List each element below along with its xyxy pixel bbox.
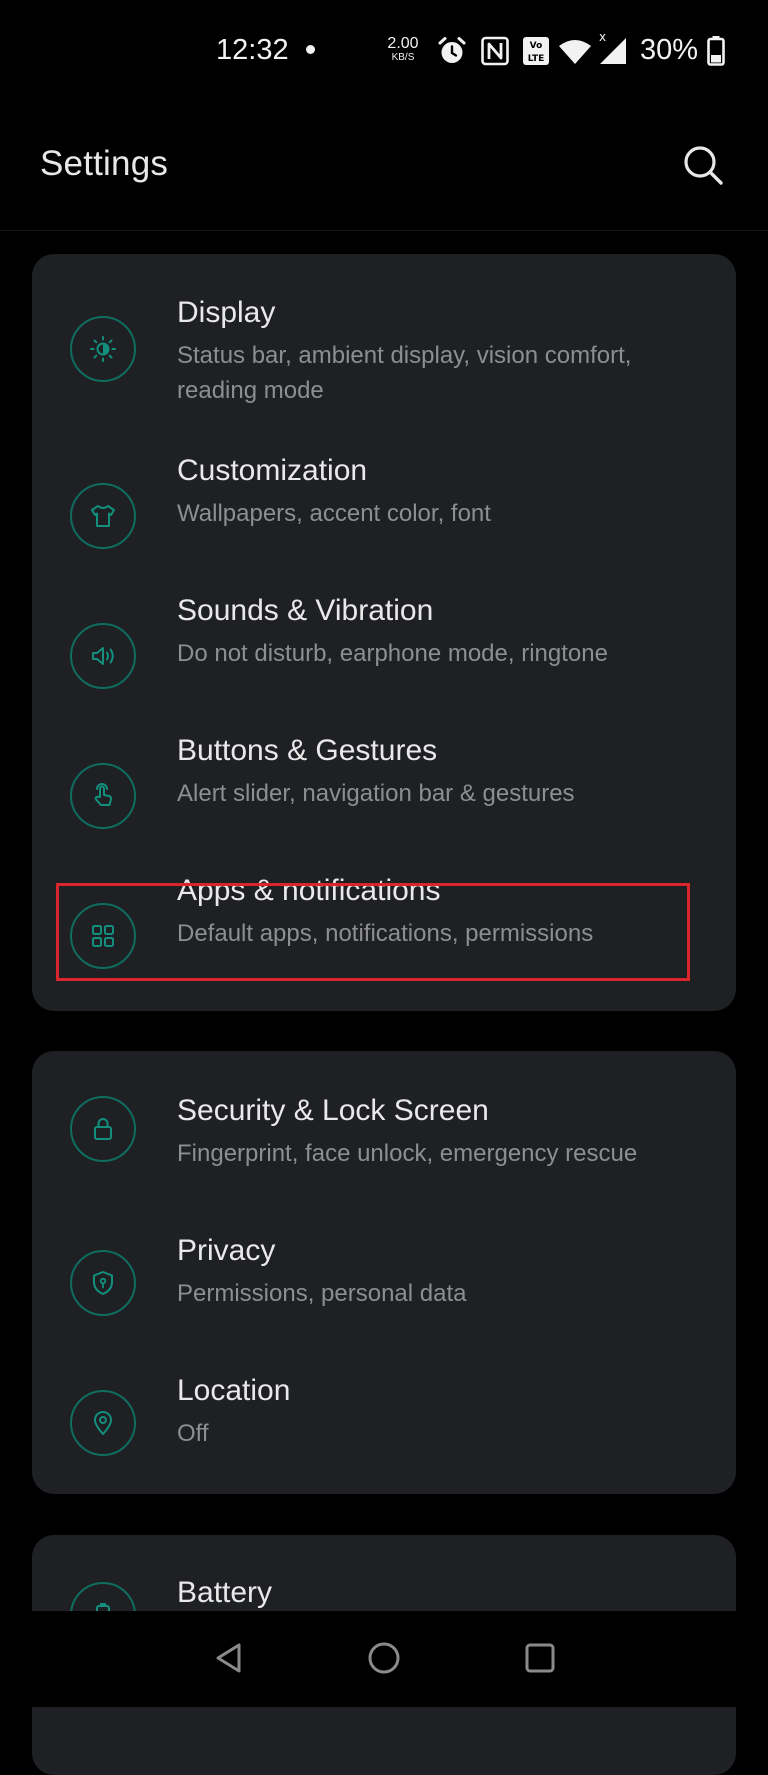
back-button[interactable] [205,1633,255,1683]
battery-icon [707,36,725,71]
settings-item-subtitle: Default apps, notifications, permissions [177,920,594,947]
home-circle-icon [368,1642,400,1674]
settings-item-security-lock-screen[interactable]: Security & Lock Screen Fingerprint, face… [32,1051,736,1206]
settings-item-subtitle: Fingerprint, face unlock, emergency resc… [177,1140,638,1167]
settings-item-location[interactable]: Location Off [32,1346,736,1494]
speaker-icon [70,623,136,689]
settings-item-subtitle: Alert slider, navigation bar & gestures [177,780,575,807]
settings-item-customization[interactable]: Customization Wallpapers, accent color, … [32,424,736,564]
gesture-hand-icon [70,763,136,829]
settings-item-subtitle: Do not disturb, earphone mode, ringtone [177,640,608,667]
location-pin-icon [70,1390,136,1456]
settings-item-title: Customization [177,454,368,487]
nfc-icon [481,36,509,71]
settings-item-buttons-gestures[interactable]: Buttons & Gestures Alert slider, navigat… [32,704,736,844]
network-speed-value: 2.00 [387,35,419,52]
wifi-icon [558,38,592,71]
network-speed: 2.00 KB/S [383,36,423,63]
settings-item-title: Buttons & Gestures [177,734,438,767]
recents-square-icon [525,1643,555,1673]
tshirt-icon [70,483,136,549]
status-time: 12:32 [216,34,289,66]
settings-item-apps-notifications[interactable]: Apps & notifications Default apps, notif… [32,844,736,984]
settings-item-display[interactable]: Display Status bar, ambient display, vis… [32,254,736,424]
status-bar: 12:32 2.00 KB/S Vo LTE x 30% [0,0,768,100]
settings-section-device: Display Status bar, ambient display, vis… [32,254,736,1011]
settings-item-title: Sounds & Vibration [177,594,434,627]
settings-item-subtitle: Wallpapers, accent color, font [177,500,491,527]
volte-icon: Vo LTE [522,36,550,71]
signal-icon: x [596,30,630,71]
settings-item-title: Privacy [177,1234,276,1267]
navigation-bar [0,1611,768,1707]
lock-icon [70,1096,136,1162]
display-brightness-icon [70,316,136,382]
app-header: Settings [0,100,768,231]
svg-text:Vo: Vo [530,41,543,51]
notification-dot-icon [306,45,315,54]
recents-button[interactable] [515,1633,565,1683]
search-button[interactable] [680,142,726,188]
settings-item-title: Display [177,296,276,329]
svg-text:LTE: LTE [528,54,545,64]
settings-item-title: Location [177,1374,291,1407]
settings-item-sounds-vibration[interactable]: Sounds & Vibration Do not disturb, earph… [32,564,736,704]
settings-section-privacy: Security & Lock Screen Fingerprint, face… [32,1051,736,1494]
battery-percent: 30% [640,34,699,66]
svg-text:x: x [599,30,606,44]
search-icon [684,146,723,185]
shield-icon [70,1250,136,1316]
settings-item-subtitle: Off [177,1420,209,1447]
apps-grid-icon [70,903,136,969]
home-button[interactable] [359,1633,409,1683]
settings-item-title: Apps & notifications [177,874,441,907]
settings-item-subtitle: Permissions, personal data [177,1280,467,1307]
back-triangle-icon [216,1643,241,1673]
alarm-icon [437,36,467,71]
settings-item-subtitle: Status bar, ambient display, vision comf… [177,342,632,404]
settings-item-privacy[interactable]: Privacy Permissions, personal data [32,1206,736,1346]
settings-item-title: Security & Lock Screen [177,1094,489,1127]
network-speed-unit: KB/S [391,52,415,63]
settings-item-title: Battery [177,1576,273,1609]
page-title: Settings [40,144,169,183]
